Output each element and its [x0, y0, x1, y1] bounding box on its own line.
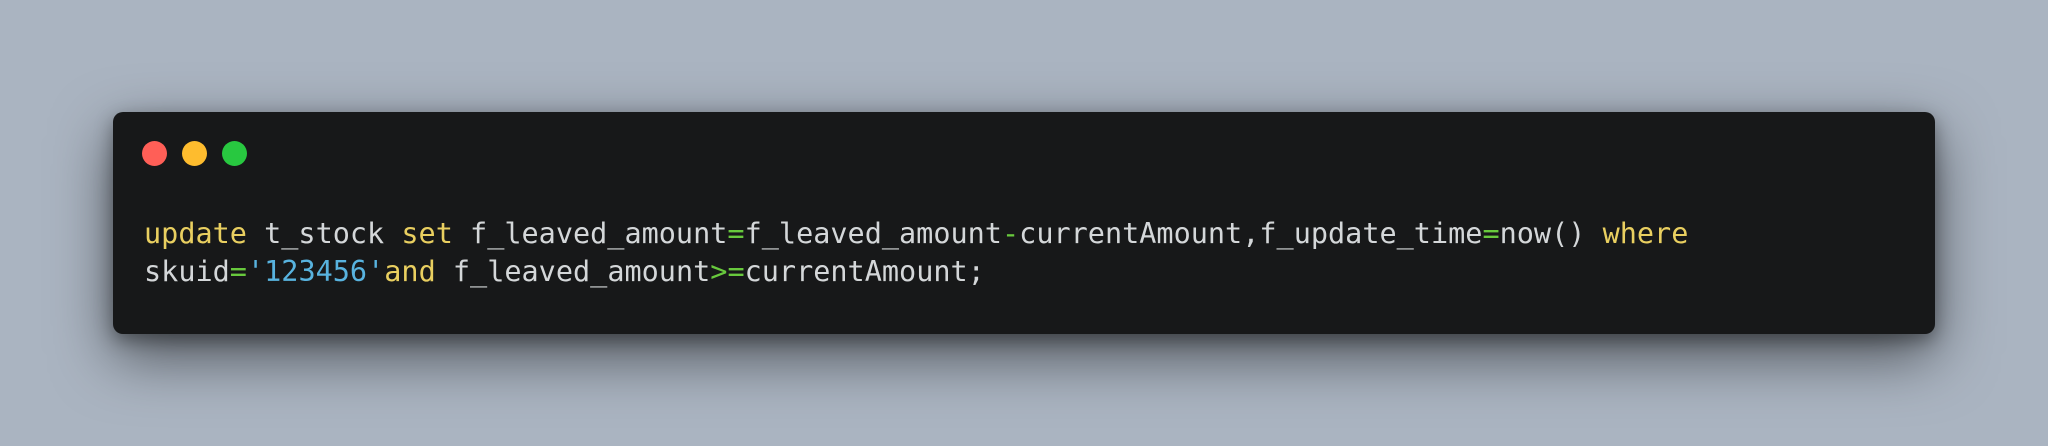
code-token: currentAmount,f_update_time — [1019, 217, 1483, 250]
close-icon[interactable] — [142, 141, 167, 166]
code-token: skuid — [144, 255, 230, 288]
code-token: f_leaved_amount — [744, 217, 1002, 250]
keyword-token: update — [144, 217, 247, 250]
window-controls — [142, 141, 247, 166]
code-token: f_leaved_amount — [435, 255, 711, 288]
code-token: f_leaved_amount — [452, 217, 728, 250]
operator-token: = — [727, 217, 745, 250]
code-token: now() — [1499, 217, 1603, 250]
maximize-icon[interactable] — [222, 141, 247, 166]
code-line-2: skuid='123456'and f_leaved_amount>=curre… — [144, 253, 1905, 291]
string-token: '123456' — [246, 255, 385, 288]
operator-token: = — [1482, 217, 1500, 250]
code-block: update t_stock set f_leaved_amount=f_lea… — [144, 215, 1905, 291]
code-window: update t_stock set f_leaved_amount=f_lea… — [113, 112, 1935, 334]
keyword-token: set — [401, 217, 453, 250]
keyword-token: where — [1602, 217, 1689, 250]
keyword-token: and — [384, 255, 436, 288]
code-line-1: update t_stock set f_leaved_amount=f_lea… — [144, 215, 1905, 253]
code-token: currentAmount; — [744, 255, 985, 288]
operator-token: - — [1001, 217, 1020, 250]
operator-token: = — [229, 255, 247, 288]
operator-token: >= — [710, 255, 745, 288]
minimize-icon[interactable] — [182, 141, 207, 166]
code-token: t_stock — [246, 217, 402, 250]
